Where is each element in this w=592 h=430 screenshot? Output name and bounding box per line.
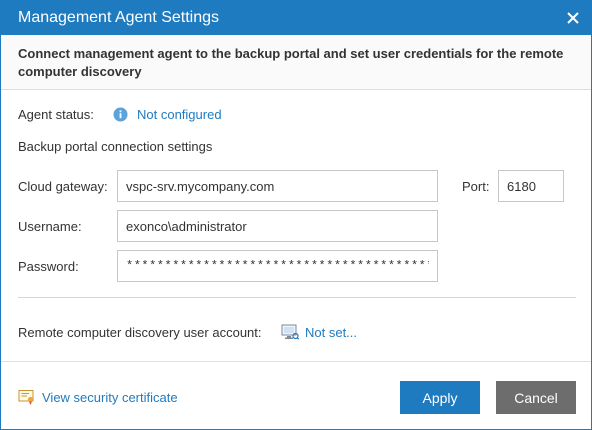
header-description: Connect management agent to the backup p… xyxy=(18,46,564,79)
dialog-title: Management Agent Settings xyxy=(18,9,220,26)
title-bar: Management Agent Settings xyxy=(1,1,591,35)
connection-section-label: Backup portal connection settings xyxy=(18,139,213,154)
cloud-gateway-input[interactable] xyxy=(117,170,438,202)
cancel-button[interactable]: Cancel xyxy=(496,381,576,414)
computer-icon xyxy=(281,324,299,340)
footer-divider xyxy=(1,361,591,362)
agent-status-label: Agent status: xyxy=(18,107,94,122)
username-input[interactable] xyxy=(117,210,438,242)
password-label: Password: xyxy=(18,259,79,274)
discovery-account-link[interactable]: Not set... xyxy=(305,325,357,341)
agent-status-value[interactable]: Not configured xyxy=(137,107,222,123)
apply-button[interactable]: Apply xyxy=(400,381,480,414)
username-label: Username: xyxy=(18,219,82,234)
section-divider xyxy=(18,297,576,298)
port-label: Port: xyxy=(462,179,490,194)
close-icon xyxy=(567,12,579,24)
certificate-icon xyxy=(18,390,34,405)
management-agent-settings-dialog: Management Agent Settings Connect manage… xyxy=(0,0,592,430)
view-security-certificate-link[interactable]: View security certificate xyxy=(42,390,178,406)
close-button[interactable] xyxy=(563,8,583,28)
port-input[interactable] xyxy=(498,170,564,202)
info-icon xyxy=(113,107,128,122)
discovery-account-label: Remote computer discovery user account: xyxy=(18,325,262,340)
cloud-gateway-label: Cloud gateway: xyxy=(18,179,108,194)
header-band: Connect management agent to the backup p… xyxy=(1,35,591,90)
password-input[interactable] xyxy=(117,250,438,282)
